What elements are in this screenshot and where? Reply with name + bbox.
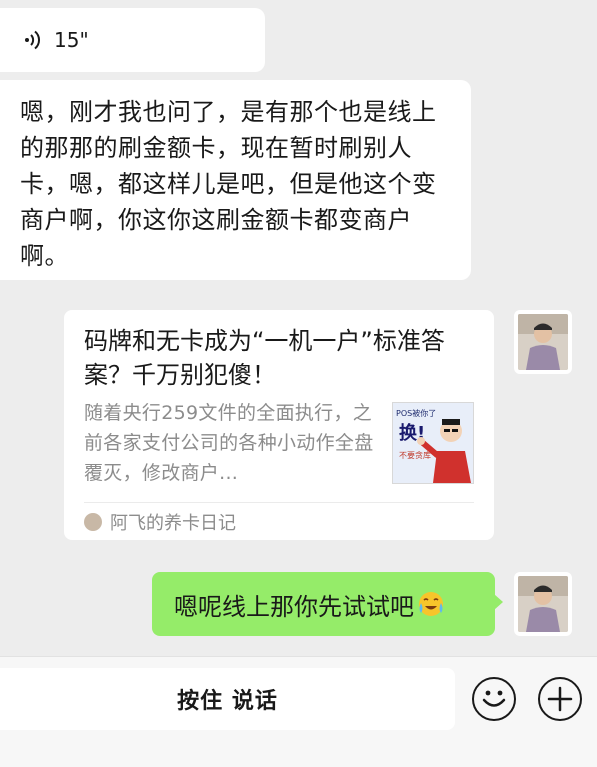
cartoon-man-thumbnail-icon: POS被你了 换! 不要贪库 — [393, 403, 473, 483]
own-avatar[interactable] — [514, 572, 572, 636]
avatar-photo-icon — [518, 576, 568, 632]
sent-message-text: 嗯呢线上那你先试试吧 — [174, 592, 414, 621]
sender-avatar[interactable] — [514, 310, 572, 374]
article-source: 阿飞的养卡日记 — [84, 509, 236, 535]
avatar-photo-icon — [518, 314, 568, 370]
laugh-cry-emoji-icon — [419, 592, 443, 616]
thumb-caption-bottom: 不要贪库 — [399, 450, 431, 460]
sent-text-message[interactable]: 嗯呢线上那你先试试吧 — [152, 572, 495, 636]
voice-duration: 15" — [54, 28, 89, 52]
emoji-button[interactable] — [472, 677, 516, 721]
source-name: 阿飞的养卡日记 — [110, 513, 236, 534]
hold-to-talk-button[interactable]: 按住 说话 — [0, 668, 455, 730]
article-title: 码牌和无卡成为“一机一户”标准答案？千万别犯傻！ — [84, 327, 445, 389]
received-text-message[interactable]: 嗯，刚才我也问了，是有那个也是线上的那那的刷金额卡，现在暂时刷别人卡，嗯，都这样… — [0, 80, 471, 280]
message-text: 嗯，刚才我也问了，是有那个也是线上的那那的刷金额卡，现在暂时刷别人卡，嗯，都这样… — [20, 98, 437, 270]
article-description: 随着央行259文件的全面执行，之前各家支付公司的各种小动作全盘覆灭，修改商户..… — [84, 402, 374, 484]
voice-message-bubble[interactable]: 15" — [0, 8, 265, 72]
shared-article-card[interactable]: 码牌和无卡成为“一机一户”标准答案？千万别犯傻！ 随着央行259文件的全面执行，… — [64, 310, 494, 540]
plus-circle-icon — [547, 686, 573, 712]
voice-wave-icon — [25, 30, 41, 50]
thumb-caption-top: POS被你了 — [396, 408, 436, 418]
smiley-icon — [482, 690, 506, 707]
source-account-icon — [84, 513, 102, 531]
more-button[interactable] — [538, 677, 582, 721]
sent-bubble-tail — [494, 594, 503, 610]
card-divider — [84, 502, 474, 503]
hold-to-talk-label: 按住 说话 — [177, 689, 278, 714]
article-thumbnail: POS被你了 换! 不要贪库 — [392, 402, 474, 484]
